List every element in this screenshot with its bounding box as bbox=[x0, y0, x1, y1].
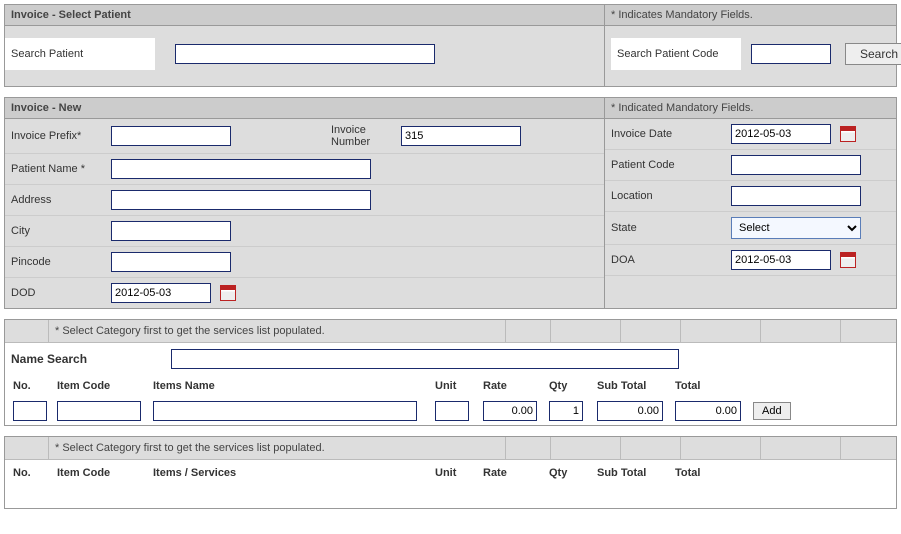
address-input[interactable] bbox=[111, 190, 371, 210]
scol-rate: Rate bbox=[479, 464, 545, 482]
col-sub-total: Sub Total bbox=[593, 377, 671, 395]
item-qty-input[interactable] bbox=[549, 401, 583, 421]
scol-item-code: Item Code bbox=[53, 464, 149, 482]
item-no-input[interactable] bbox=[13, 401, 47, 421]
select-row: Search Patient Search Patient Code Searc… bbox=[5, 26, 896, 86]
scol-total: Total bbox=[671, 464, 749, 482]
search-code-label: Search Patient Code bbox=[611, 38, 741, 70]
invoice-form: Invoice Prefix* Invoice Number Patient N… bbox=[5, 119, 896, 308]
patient-code-label: Patient Code bbox=[611, 159, 731, 171]
calendar-icon[interactable] bbox=[840, 252, 856, 268]
invoice-date-label: Invoice Date bbox=[611, 128, 731, 140]
scol-items-services: Items / Services bbox=[149, 464, 431, 482]
doa-input[interactable] bbox=[731, 250, 831, 270]
invoice-panel-header: Invoice - New * Indicated Mandatory Fiel… bbox=[5, 98, 896, 119]
items-column-headers: No. Item Code Items Name Unit Rate Qty S… bbox=[5, 375, 896, 397]
search-patient-label: Search Patient bbox=[5, 38, 155, 70]
items-hint: * Select Category first to get the servi… bbox=[49, 320, 506, 342]
invoice-new-panel: Invoice - New * Indicated Mandatory Fiel… bbox=[4, 97, 897, 309]
items-summary-panel: * Select Category first to get the servi… bbox=[4, 436, 897, 509]
city-label: City bbox=[11, 225, 111, 237]
items-hint-row: * Select Category first to get the servi… bbox=[5, 320, 896, 343]
col-items-name: Items Name bbox=[149, 377, 431, 395]
patient-name-label: Patient Name * bbox=[11, 163, 111, 175]
invoice-date-input[interactable] bbox=[731, 124, 831, 144]
select-mandatory-hint: * Indicates Mandatory Fields. bbox=[605, 5, 896, 25]
summary-body bbox=[5, 486, 896, 508]
invoice-number-label: Invoice Number bbox=[331, 124, 401, 148]
calendar-icon[interactable] bbox=[220, 285, 236, 301]
col-total: Total bbox=[671, 377, 749, 395]
scol-no: No. bbox=[9, 464, 53, 482]
item-subtotal-input[interactable] bbox=[597, 401, 663, 421]
search-patient-input[interactable] bbox=[175, 44, 435, 64]
select-patient-panel: Invoice - Select Patient * Indicates Man… bbox=[4, 4, 897, 87]
search-code-input[interactable] bbox=[751, 44, 831, 64]
doa-label: DOA bbox=[611, 254, 731, 266]
address-label: Address bbox=[11, 194, 111, 206]
item-name-input[interactable] bbox=[153, 401, 417, 421]
invoice-title: Invoice - New bbox=[5, 98, 605, 118]
col-rate: Rate bbox=[479, 377, 545, 395]
state-label: State bbox=[611, 222, 731, 234]
name-search-label: Name Search bbox=[11, 352, 171, 366]
invoice-mandatory-hint: * Indicated Mandatory Fields. bbox=[605, 98, 896, 118]
location-label: Location bbox=[611, 190, 731, 202]
calendar-icon[interactable] bbox=[840, 126, 856, 142]
invoice-number-input[interactable] bbox=[401, 126, 521, 146]
scol-qty: Qty bbox=[545, 464, 593, 482]
summary-column-headers: No. Item Code Items / Services Unit Rate… bbox=[5, 460, 896, 486]
invoice-prefix-input[interactable] bbox=[111, 126, 231, 146]
col-item-code: Item Code bbox=[53, 377, 149, 395]
select-panel-header: Invoice - Select Patient * Indicates Man… bbox=[5, 5, 896, 26]
col-unit: Unit bbox=[431, 377, 479, 395]
patient-code-input[interactable] bbox=[731, 155, 861, 175]
summary-hint-row: * Select Category first to get the servi… bbox=[5, 437, 896, 460]
dod-label: DOD bbox=[11, 287, 111, 299]
col-qty: Qty bbox=[545, 377, 593, 395]
patient-name-input[interactable] bbox=[111, 159, 371, 179]
item-rate-input[interactable] bbox=[483, 401, 537, 421]
scol-unit: Unit bbox=[431, 464, 479, 482]
col-no: No. bbox=[9, 377, 53, 395]
select-title: Invoice - Select Patient bbox=[5, 5, 605, 25]
state-select[interactable]: Select bbox=[731, 217, 861, 239]
dod-input[interactable] bbox=[111, 283, 211, 303]
items-entry-panel: * Select Category first to get the servi… bbox=[4, 319, 897, 426]
name-search-row: Name Search bbox=[5, 343, 896, 375]
location-input[interactable] bbox=[731, 186, 861, 206]
summary-hint: * Select Category first to get the servi… bbox=[49, 437, 506, 459]
item-code-input[interactable] bbox=[57, 401, 141, 421]
city-input[interactable] bbox=[111, 221, 231, 241]
add-button[interactable]: Add bbox=[753, 402, 791, 420]
pincode-input[interactable] bbox=[111, 252, 231, 272]
scol-sub-total: Sub Total bbox=[593, 464, 671, 482]
item-unit-input[interactable] bbox=[435, 401, 469, 421]
pincode-label: Pincode bbox=[11, 256, 111, 268]
invoice-prefix-label: Invoice Prefix* bbox=[11, 130, 111, 142]
name-search-input[interactable] bbox=[171, 349, 679, 369]
search-button[interactable]: Search bbox=[845, 43, 901, 65]
items-input-row: Add bbox=[5, 397, 896, 425]
item-total-input[interactable] bbox=[675, 401, 741, 421]
